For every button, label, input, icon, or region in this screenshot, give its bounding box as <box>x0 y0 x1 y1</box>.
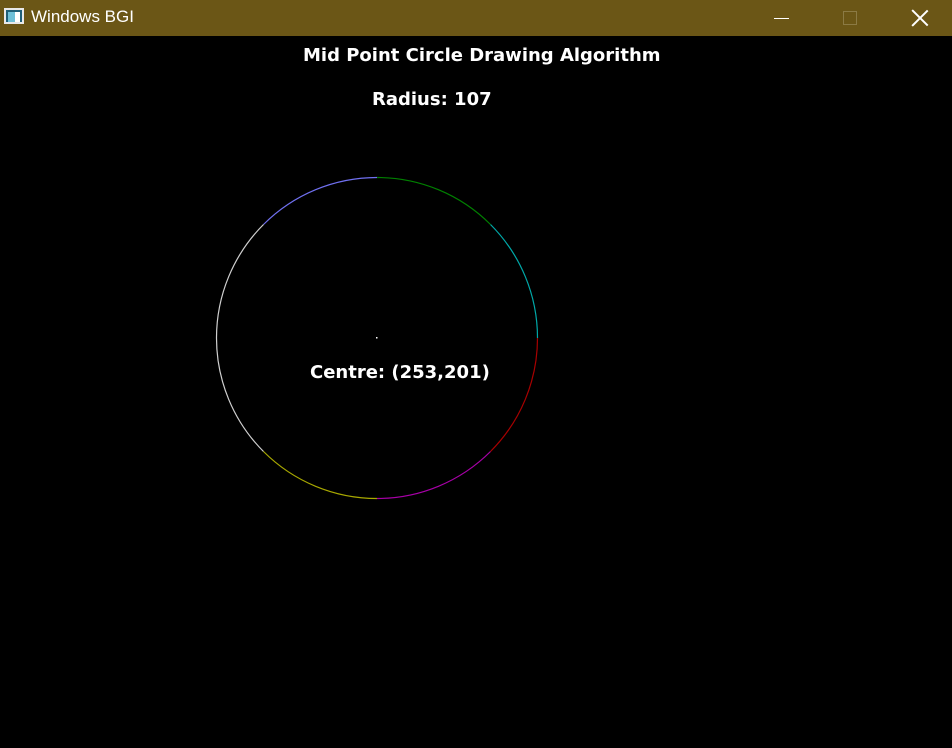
maximize-icon <box>843 11 857 25</box>
circle-octant-arc <box>490 224 539 339</box>
close-icon <box>911 9 929 27</box>
circle-octant-arc <box>490 337 539 452</box>
circle-octant-arc <box>376 176 491 225</box>
circle-octant-arc <box>215 224 264 339</box>
drawing-canvas: Mid Point Circle Drawing Algorithm Radiu… <box>0 36 952 748</box>
title-bar[interactable]: Windows BGI <box>0 0 952 36</box>
circle-octant-arc <box>376 451 491 500</box>
centre-label: Centre: (253,201) <box>310 362 490 383</box>
minimize-button[interactable] <box>758 0 804 36</box>
centre-point <box>376 337 378 339</box>
minimize-icon <box>773 17 789 19</box>
circle-octant-arc <box>263 451 378 500</box>
circle-octant-arc <box>263 176 378 225</box>
close-button[interactable] <box>897 0 943 36</box>
circle-octant-arc <box>215 337 264 452</box>
window-title: Windows BGI <box>31 7 134 26</box>
maximize-button[interactable] <box>827 0 873 36</box>
app-icon[interactable] <box>4 8 24 24</box>
circle-drawing <box>215 176 539 500</box>
